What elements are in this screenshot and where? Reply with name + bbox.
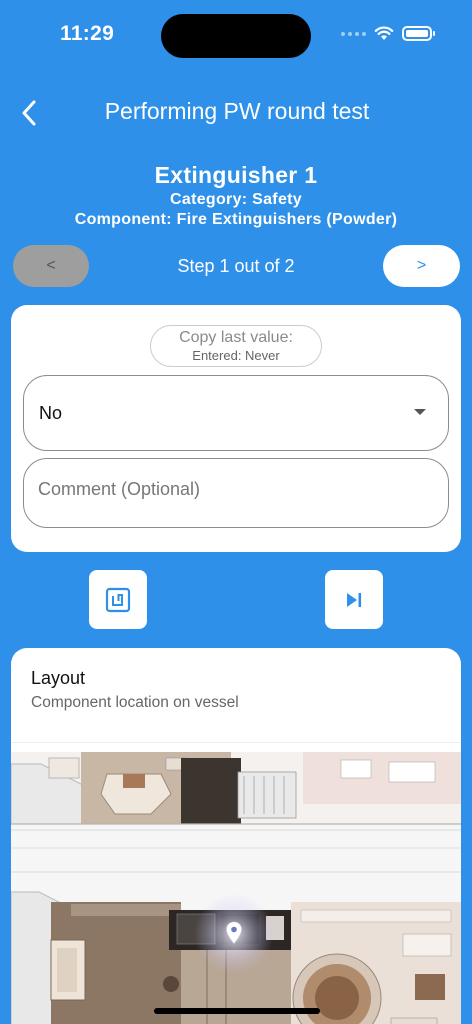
nfc-tag-icon <box>105 587 131 612</box>
dropdown-selected-value: No <box>39 403 63 423</box>
location-pin-icon[interactable] <box>225 921 243 945</box>
copy-last-value-label: Copy last value: <box>179 329 293 346</box>
skip-step-button[interactable] <box>325 570 383 629</box>
skip-next-icon <box>347 592 362 607</box>
layout-subtitle: Component location on vessel <box>31 694 239 711</box>
divider <box>11 742 461 743</box>
layout-card: Layout Component location on vessel <box>11 648 461 1024</box>
copy-last-value-button[interactable]: Copy last value: Entered: Never <box>150 325 322 367</box>
layout-title: Layout <box>31 668 86 688</box>
dropdown-arrow-icon <box>414 409 426 415</box>
dynamic-island <box>161 14 311 58</box>
vessel-floorplan[interactable] <box>11 752 461 1024</box>
value-dropdown[interactable]: No <box>23 375 449 451</box>
wifi-icon <box>374 26 394 40</box>
nfc-scan-button[interactable] <box>89 570 147 629</box>
home-indicator[interactable] <box>154 1008 320 1014</box>
last-entered-label: Entered: Never <box>192 348 280 363</box>
item-title: Extinguisher 1 <box>154 162 318 188</box>
status-bar: 11:29 <box>0 0 472 72</box>
comment-field-container <box>23 458 449 528</box>
item-component: Component: Fire Extinguishers (Powder) <box>74 211 398 228</box>
form-card: Copy last value: Entered: Never No <box>11 305 461 552</box>
item-category: Category: Safety <box>170 191 302 208</box>
next-step-button[interactable]: > <box>383 245 460 287</box>
page-title: Performing PW round test <box>104 98 370 124</box>
status-icons <box>341 26 435 41</box>
battery-icon <box>402 26 435 41</box>
status-time: 11:29 <box>60 22 115 45</box>
signal-icon <box>341 31 366 36</box>
comment-input[interactable] <box>38 479 428 500</box>
